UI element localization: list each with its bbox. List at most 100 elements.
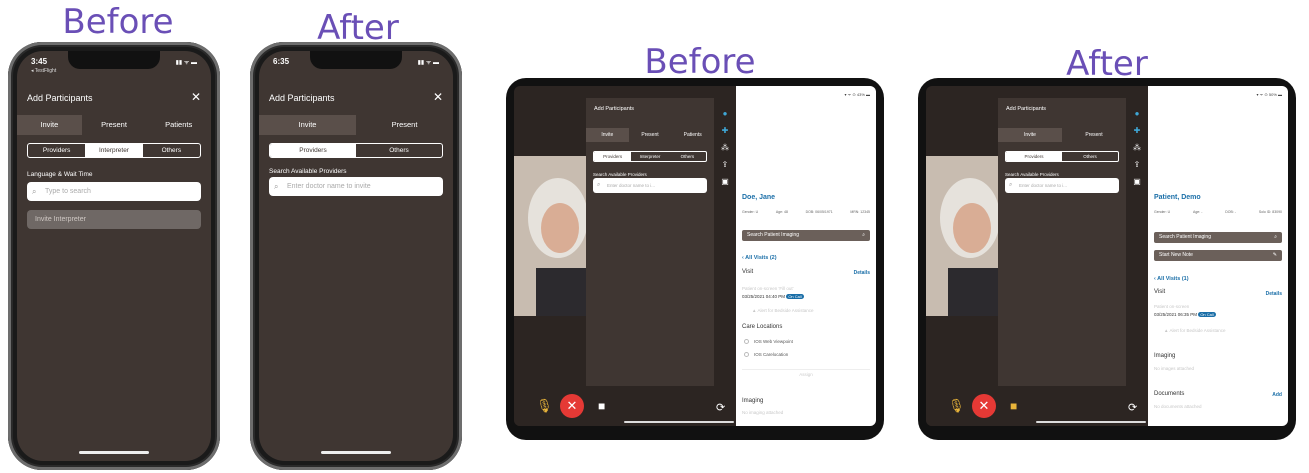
person-icon[interactable]: ● (1135, 110, 1140, 118)
segment-others[interactable]: Others (1062, 152, 1118, 161)
all-visits-link[interactable]: ‹ All Visits (1) (1154, 276, 1189, 282)
status-indicators: ▾ ᯤ ⊙ 50% ▬ (1256, 92, 1282, 97)
segment-providers[interactable]: Providers (270, 144, 356, 157)
search-imaging-bar[interactable]: Search Patient Imaging ⌕ (1154, 232, 1282, 243)
provider-search-input[interactable]: ⌕ Enter doctor name to i... (593, 178, 707, 193)
phone-screen: 3:45 ◂ TestFlight ▮▮ ᯤ ▬ Add Participant… (17, 51, 211, 461)
invite-type-segment: Providers Others (269, 143, 443, 158)
group-icon[interactable]: ⁂ (1133, 144, 1141, 152)
search-placeholder: Type to search (45, 188, 91, 195)
visit-time: 03/25/2021 06:35 PM On Call (1154, 312, 1216, 317)
invite-type-segment: Providers Others (1005, 151, 1119, 162)
search-placeholder: Enter doctor name to invite (287, 183, 371, 190)
meta-gender: Gender: U (742, 210, 759, 214)
remote-video (926, 156, 1002, 316)
patient-video-frame (514, 156, 590, 316)
tab-invite[interactable]: Invite (17, 115, 82, 135)
caption-phone-before: Before (62, 2, 174, 42)
patient-meta: Gender: U Age: 48 DOB: 06/05/1971 MRN: 1… (742, 210, 870, 214)
share-icon[interactable]: ⇪ (722, 161, 729, 169)
camera-off-icon[interactable]: ■ (1010, 399, 1017, 413)
person-icon[interactable]: ● (723, 110, 728, 118)
search-placeholder: Enter doctor name to i... (607, 183, 656, 188)
tab-present[interactable]: Present (629, 128, 672, 142)
segment-providers[interactable]: Providers (594, 152, 632, 161)
tab-present[interactable]: Present (356, 115, 453, 135)
bedside-alert[interactable]: ▲ Alert for Bedside Assistance (752, 308, 814, 313)
details-link[interactable]: Details (854, 270, 870, 276)
assign-button[interactable]: Assign (742, 369, 870, 378)
tablet-after: Add Participants Invite Present Provider… (918, 78, 1296, 440)
tab-patients[interactable]: Patients (671, 128, 714, 142)
search-imaging-bar[interactable]: Search Patient Imaging ⌕ (742, 230, 870, 241)
patient-video-frame (926, 156, 1002, 316)
segment-interpreter[interactable]: Interpreter (85, 144, 143, 157)
share-icon[interactable]: ⇪ (1134, 161, 1141, 169)
tablet-screen: Add Participants Invite Present Provider… (926, 86, 1288, 426)
camera-icon[interactable]: ■ (598, 399, 605, 413)
status-time: 6:35 (273, 57, 290, 66)
flip-camera-icon[interactable]: ⟳ (1128, 401, 1137, 414)
provider-search-input[interactable]: ⌕ Enter doctor name to i... (1005, 178, 1119, 193)
tab-patients[interactable]: Patients (146, 115, 211, 135)
phone-notch (68, 51, 160, 69)
location-option[interactable]: IOS Carelocation (744, 352, 789, 358)
flip-camera-icon[interactable]: ⟳ (716, 401, 725, 414)
segment-others[interactable]: Others (669, 152, 706, 161)
documents-heading: Documents (1154, 391, 1185, 397)
side-toolbar: ● ✚ ⁂ ⇪ ▣ (714, 110, 736, 186)
provider-search-input[interactable]: ⌕ Enter doctor name to invite (269, 177, 443, 196)
participant-tabs: Invite Present (259, 115, 453, 135)
search-imaging-label: Search Patient Imaging (747, 232, 799, 238)
visit-heading: Visit (1154, 289, 1166, 295)
add-person-icon[interactable]: ✚ (722, 127, 729, 135)
chat-icon[interactable]: ▣ (1133, 178, 1141, 186)
meta-dob: DOB: - (1225, 210, 1236, 214)
radio-dot (744, 352, 749, 358)
details-link[interactable]: Details (1266, 291, 1282, 297)
location-option[interactable]: IOS Web Viewpoint (744, 339, 793, 345)
location-label: IOS Carelocation (754, 352, 789, 357)
tab-present[interactable]: Present (1062, 128, 1126, 142)
mic-off-icon[interactable]: 🎙 (536, 398, 553, 414)
segment-providers[interactable]: Providers (1006, 152, 1062, 161)
invite-interpreter-label: Invite Interpreter (35, 216, 86, 223)
add-person-icon[interactable]: ✚ (1134, 127, 1141, 135)
segment-providers[interactable]: Providers (28, 144, 85, 157)
search-icon: ⌕ (862, 232, 865, 238)
tab-invite[interactable]: Invite (998, 128, 1062, 142)
end-call-button[interactable]: ✕ (972, 394, 996, 418)
add-participants-panel: Add Participants Invite Present Patients… (586, 98, 714, 388)
tab-invite[interactable]: Invite (259, 115, 356, 135)
tab-invite[interactable]: Invite (586, 128, 629, 142)
meta-gender: Gender: U (1154, 210, 1171, 214)
home-indicator (624, 421, 734, 423)
chat-icon[interactable]: ▣ (721, 178, 729, 186)
start-note-bar[interactable]: Start New Note ✎ (1154, 250, 1282, 261)
all-visits-link[interactable]: ‹ All Visits (2) (742, 255, 777, 261)
bedside-alert[interactable]: ▲ Alert for Bedside Assistance (1164, 328, 1226, 333)
end-call-button[interactable]: ✕ (560, 394, 584, 418)
visit-reason: Patient on-screen (1154, 304, 1190, 309)
tab-present[interactable]: Present (82, 115, 147, 135)
status-back-app[interactable]: ◂ TestFlight (31, 68, 56, 74)
segment-others[interactable]: Others (143, 144, 200, 157)
meta-dob: DOB: 06/05/1971 (805, 210, 833, 214)
search-icon: ⌕ (32, 187, 37, 196)
panel-title: Add Participants (1006, 106, 1047, 112)
search-providers-label: Search Available Providers (269, 168, 347, 175)
patient-name: Doe, Jane (742, 194, 776, 201)
language-search-input[interactable]: ⌕ Type to search (27, 182, 201, 201)
meta-age: Age: - (1193, 210, 1203, 214)
segment-interpreter[interactable]: Interpreter (631, 152, 668, 161)
add-document-link[interactable]: Add (1272, 392, 1282, 398)
close-icon[interactable]: ✕ (433, 90, 443, 104)
phone-after: 6:35 ▮▮ ᯤ ▬ Add Participants ✕ Invite Pr… (250, 42, 462, 470)
visit-heading: Visit (742, 269, 754, 275)
close-icon[interactable]: ✕ (191, 90, 201, 104)
group-icon[interactable]: ⁂ (721, 144, 729, 152)
segment-others[interactable]: Others (356, 144, 442, 157)
pencil-icon: ✎ (1272, 252, 1277, 258)
invite-interpreter-button[interactable]: Invite Interpreter (27, 210, 201, 229)
mic-off-icon[interactable]: 🎙 (948, 398, 965, 414)
